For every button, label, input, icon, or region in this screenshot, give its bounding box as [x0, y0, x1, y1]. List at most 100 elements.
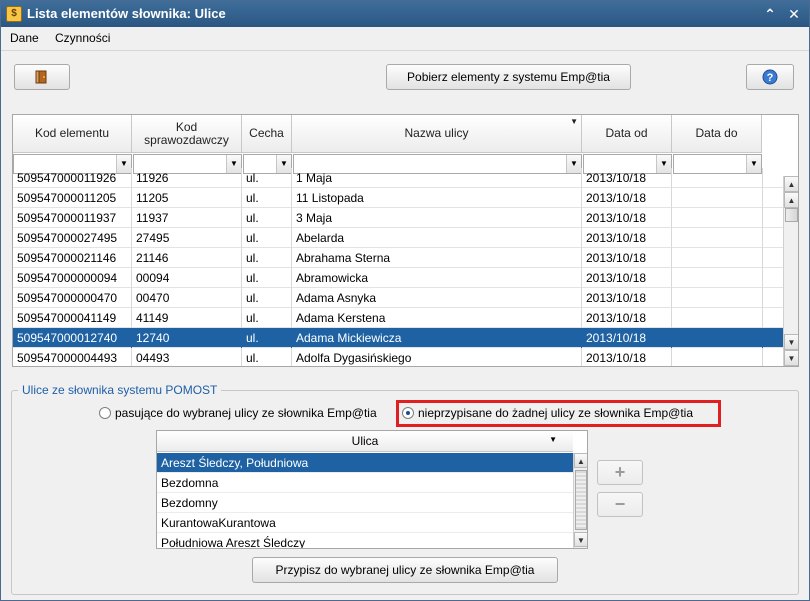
cell-data-od: 2013/10/18 [582, 328, 672, 348]
assign-button[interactable]: Przypisz do wybranej ulicy ze słownika E… [252, 557, 558, 583]
streets-grid: Kod elementu Kod sprawozdawczy Cecha Naz… [12, 114, 799, 367]
cell-nazwa-ulicy: 1 Maja [292, 168, 582, 188]
table-row[interactable]: 509547000011205 11205 ul. 11 Listopada 2013/… [13, 188, 783, 208]
scroll-thumb[interactable] [575, 470, 587, 530]
list-item[interactable]: Bezdomna [157, 473, 573, 493]
menu-czynnosci[interactable]: Czynności [55, 31, 110, 45]
cell-kod-elementu: 509547000000470 [13, 288, 132, 308]
cell-nazwa-ulicy: 11 Listopada [292, 188, 582, 208]
radio-matching-indicator[interactable] [99, 407, 111, 419]
cell-kod-sprawozdawczy: 27495 [132, 228, 242, 248]
cell-nazwa-ulicy: Adama Kerstena [292, 308, 582, 328]
column-header-cecha[interactable]: Cecha [242, 115, 292, 153]
table-row[interactable]: 509547000027495 27495 ul. Abelarda 2013/10/1… [13, 228, 783, 248]
table-row[interactable]: 509547000000094 00094 ul. Abramowicka 2013/1… [13, 268, 783, 288]
table-row[interactable]: 509547000011937 11937 ul. 3 Maja 2013/10/18 [13, 208, 783, 228]
cell-cecha: ul. [242, 228, 292, 248]
cell-cecha: ul. [242, 308, 292, 328]
scroll-up-icon[interactable]: ▲ [574, 453, 587, 468]
cell-data-od: 2013/10/18 [582, 288, 672, 308]
cell-kod-sprawozdawczy: 00094 [132, 268, 242, 288]
cell-data-do [672, 248, 763, 268]
cell-kod-elementu: 509547000011205 [13, 188, 132, 208]
add-button[interactable]: + [597, 460, 643, 485]
collapse-icon[interactable]: ⌃ [761, 5, 779, 23]
column-header-nazwa-ulicy[interactable]: Nazwa ulicy ▼ [292, 115, 582, 153]
list-vertical-scrollbar[interactable]: ▲ ▼ [573, 453, 587, 548]
column-header-data-do[interactable]: Data do [672, 115, 762, 153]
radio-unassigned-indicator[interactable] [402, 407, 414, 419]
list-item[interactable]: Południowa Areszt Śledczy [157, 533, 573, 548]
cell-data-od: 2013/10/18 [582, 168, 672, 188]
cell-data-od: 2013/10/18 [582, 208, 672, 228]
scroll-bottom-icon[interactable]: ▼ [784, 350, 798, 366]
remove-button[interactable]: − [597, 492, 643, 517]
cell-data-do [672, 188, 763, 208]
table-row[interactable]: 509547000011926 11926 ul. 1 Maja 2013/10/18 [13, 168, 783, 188]
cell-nazwa-ulicy: Adama Asnyka [292, 288, 582, 308]
radio-matching[interactable]: pasujące do wybranej ulicy ze słownika E… [99, 406, 377, 420]
table-row[interactable]: 509547000041149 41149 ul. Adama Kerstena 201… [13, 308, 783, 328]
grid-vertical-scrollbar[interactable]: ▲ ▲ ▼ ▼ [783, 176, 798, 366]
cell-kod-elementu: 509547000012740 [13, 328, 132, 348]
dictionary-window: $ Lista elementów słownika: Ulice ⌃ ✕ Da… [0, 0, 810, 601]
column-header-data-od[interactable]: Data od [582, 115, 672, 153]
cell-kod-elementu: 509547000011937 [13, 208, 132, 228]
column-header-kod-elementu[interactable]: Kod elementu [13, 115, 132, 153]
cell-data-do [672, 208, 763, 228]
scroll-down-icon[interactable]: ▼ [784, 334, 798, 350]
list-item[interactable]: Areszt Śledczy, Południowa [157, 453, 573, 473]
cell-data-do [672, 168, 763, 188]
cell-kod-elementu: 509547000041149 [13, 308, 132, 328]
table-row[interactable]: 509547000004493 04493 ul. Adolfa Dygasiński… [13, 348, 783, 366]
radio-matching-label: pasujące do wybranej ulicy ze słownika E… [115, 406, 377, 420]
cell-data-od: 2013/10/18 [582, 308, 672, 328]
cell-data-do [672, 308, 763, 328]
radio-unassigned[interactable]: nieprzypisane do żadnej ulicy ze słownik… [402, 406, 693, 420]
cell-data-do [672, 228, 763, 248]
title-bar[interactable]: $ Lista elementów słownika: Ulice ⌃ ✕ [1, 1, 809, 27]
svg-text:?: ? [767, 72, 774, 84]
cell-kod-elementu: 509547000011926 [13, 168, 132, 188]
grid-rows: 509547000011926 11926 ul. 1 Maja 2013/10/18 5… [13, 168, 783, 366]
cell-nazwa-ulicy: Adama Mickiewicza [292, 328, 582, 348]
radio-unassigned-label: nieprzypisane do żadnej ulicy ze słownik… [418, 406, 693, 420]
close-icon[interactable]: ✕ [785, 5, 803, 23]
scroll-top-icon[interactable]: ▲ [784, 176, 798, 192]
table-row[interactable]: 509547000000470 00470 ul. Adama Asnyka 2013/… [13, 288, 783, 308]
table-row[interactable]: 509547000021146 21146 ul. Abrahama Sterna 20… [13, 248, 783, 268]
cell-data-do [672, 328, 763, 348]
list-item[interactable]: KurantowaKurantowa [157, 513, 573, 533]
scroll-thumb[interactable] [785, 208, 798, 222]
cell-kod-elementu: 509547000000094 [13, 268, 132, 288]
cell-nazwa-ulicy: Abramowicka [292, 268, 582, 288]
menu-bar: Dane Czynności [1, 27, 809, 51]
cell-data-do [672, 348, 763, 366]
pomost-list-items: Areszt Śledczy, Południowa Bezdomna Bezdom… [157, 453, 573, 548]
scroll-up-icon[interactable]: ▲ [784, 192, 798, 208]
cell-data-od: 2013/10/18 [582, 188, 672, 208]
fetch-elements-button[interactable]: Pobierz elementy z systemu Emp@tia [386, 64, 631, 90]
cell-data-od: 2013/10/18 [582, 348, 672, 366]
scroll-down-icon[interactable]: ▼ [574, 532, 587, 547]
sort-desc-icon: ▼ [570, 117, 578, 126]
cell-kod-sprawozdawczy: 04493 [132, 348, 242, 366]
cell-cecha: ul. [242, 348, 292, 366]
cell-kod-elementu: 509547000027495 [13, 228, 132, 248]
menu-dane[interactable]: Dane [10, 31, 39, 45]
help-button[interactable]: ? [746, 64, 794, 90]
exit-button[interactable] [14, 64, 70, 90]
cell-kod-sprawozdawczy: 00470 [132, 288, 242, 308]
cell-cecha: ul. [242, 328, 292, 348]
cell-cecha: ul. [242, 268, 292, 288]
cell-kod-elementu: 509547000004493 [13, 348, 132, 366]
list-item[interactable]: Bezdomny [157, 493, 573, 513]
table-row[interactable]: 509547000012740 12740 ul. Adama Mickiewicza… [13, 328, 783, 348]
toolbar: Pobierz elementy z systemu Emp@tia ? [9, 58, 803, 98]
cell-cecha: ul. [242, 208, 292, 228]
dictionary-icon: $ [6, 6, 22, 22]
cell-data-do [672, 288, 763, 308]
cell-nazwa-ulicy: Abrahama Sterna [292, 248, 582, 268]
list-header-ulica[interactable]: Ulica ▼ [157, 431, 573, 452]
column-header-kod-sprawozdawczy[interactable]: Kod sprawozdawczy [132, 115, 242, 153]
